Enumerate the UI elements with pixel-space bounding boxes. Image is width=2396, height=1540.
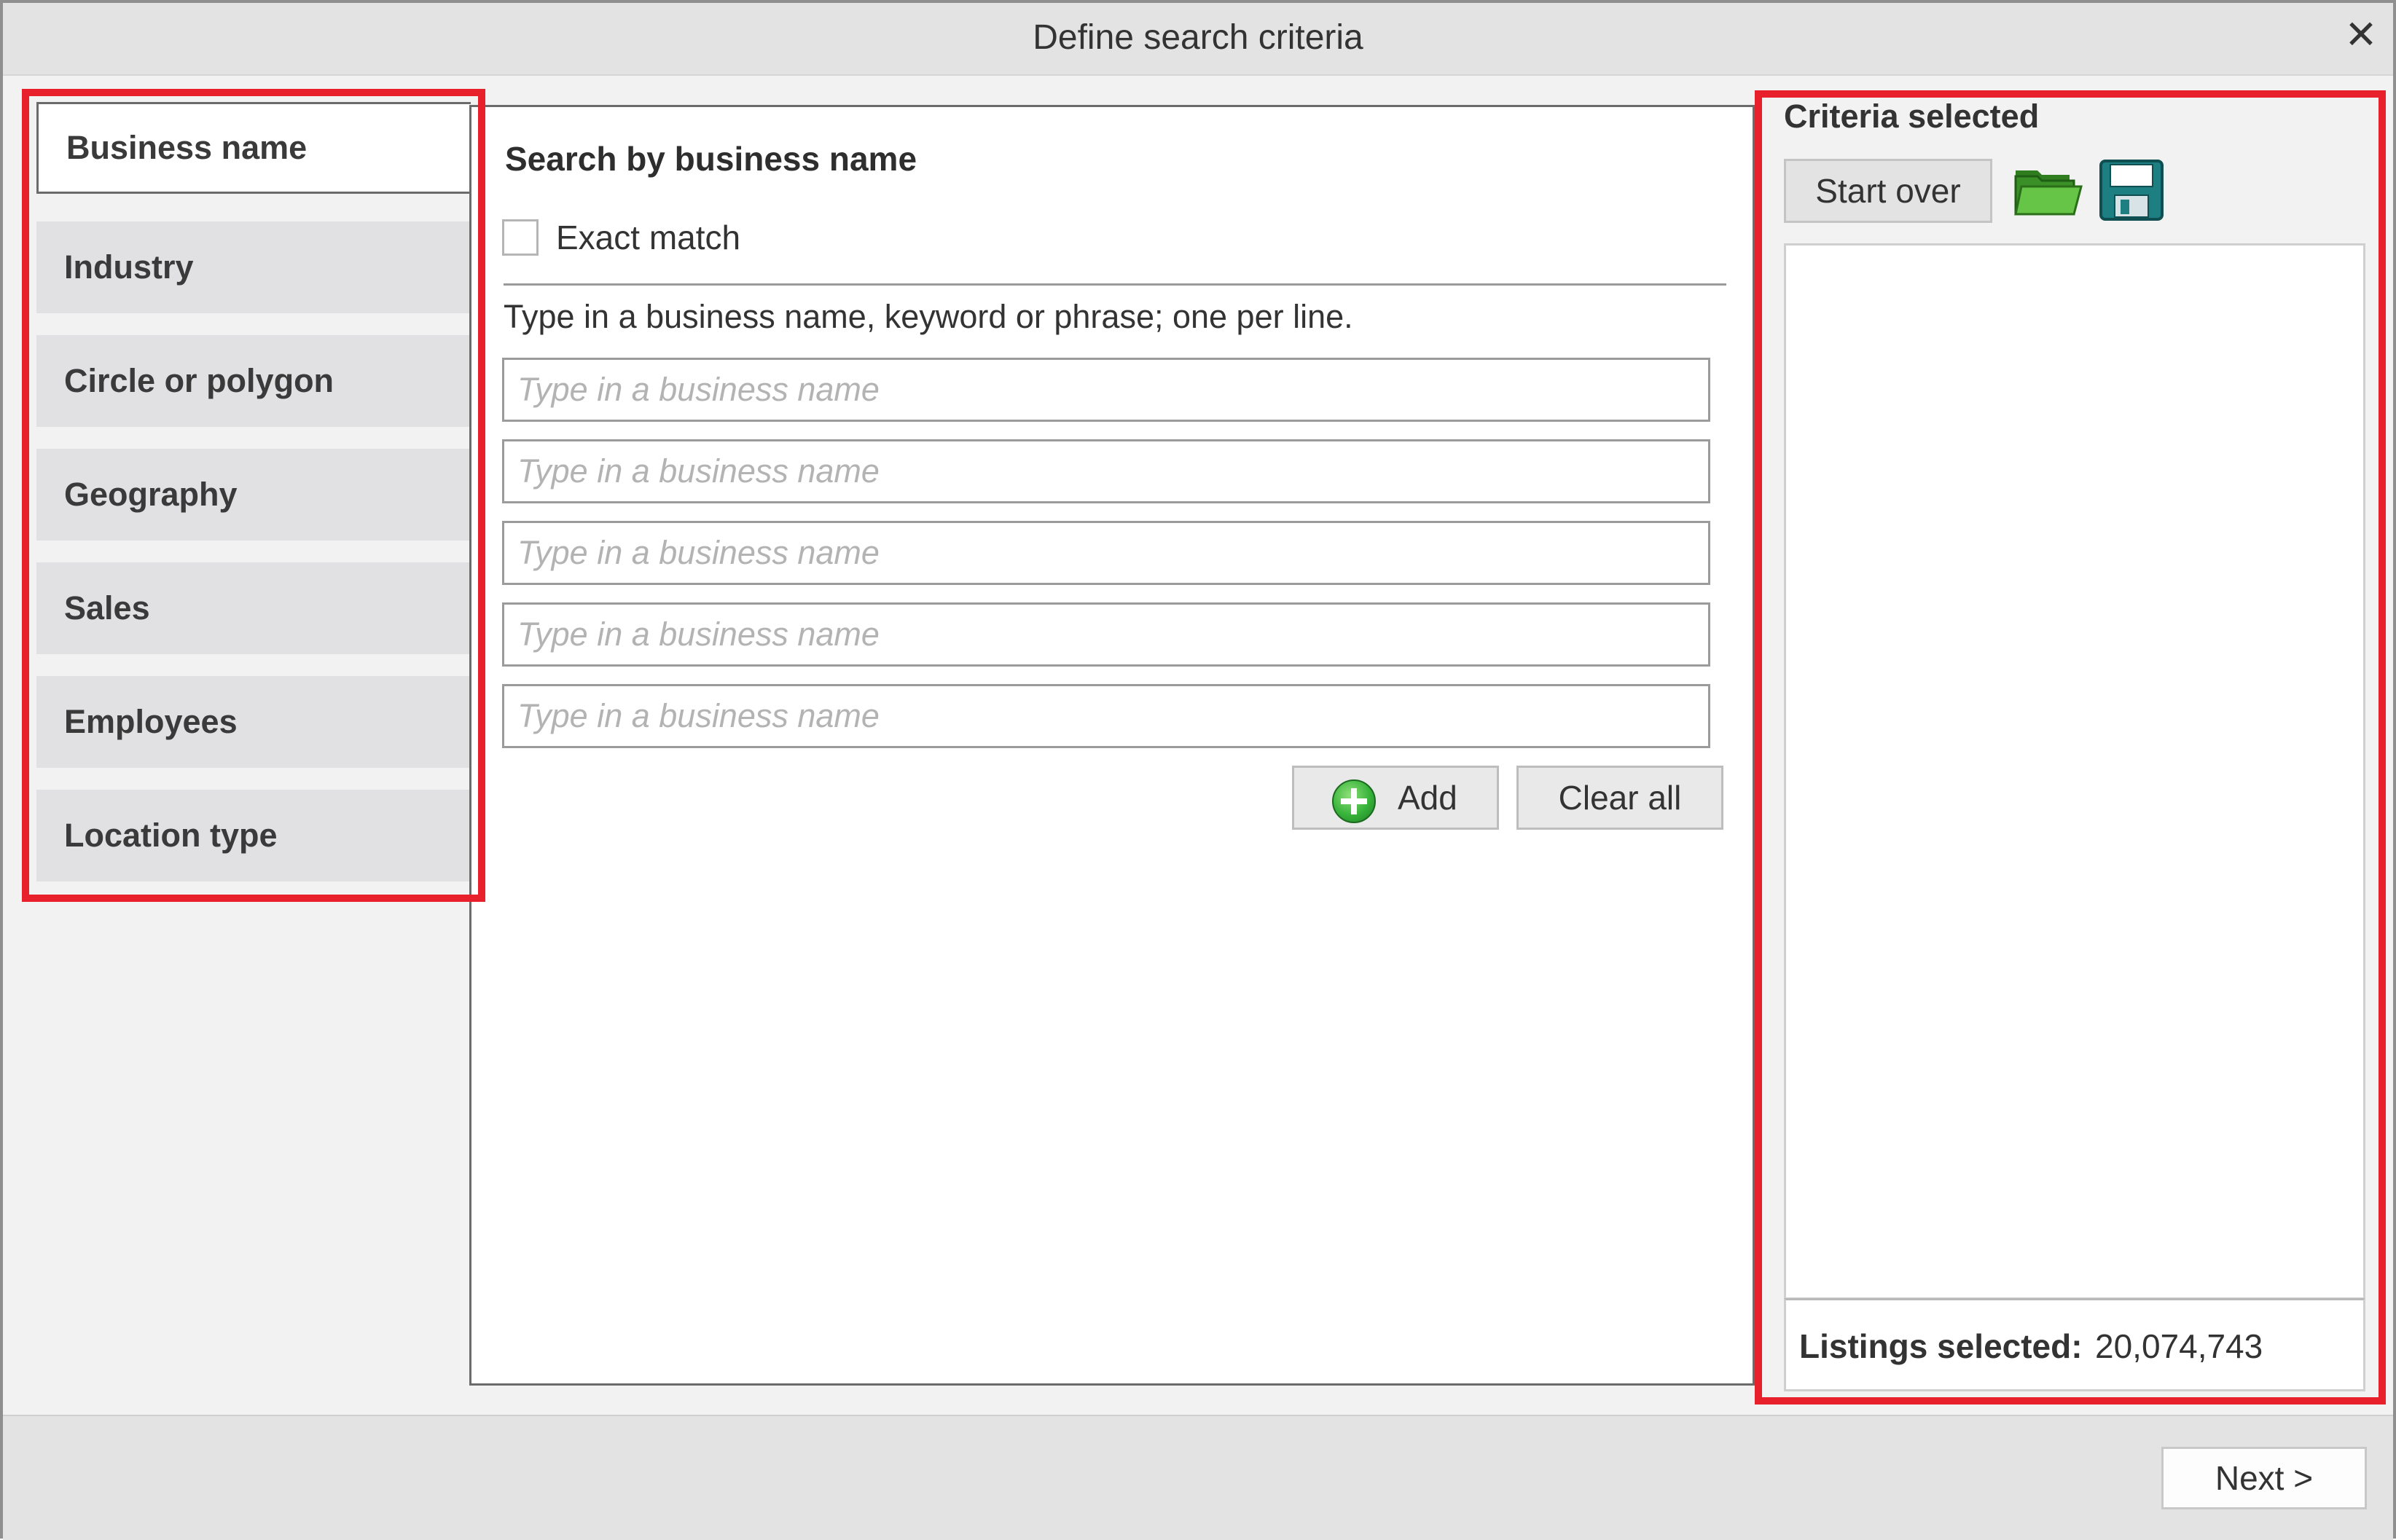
business-name-input[interactable]: Type in a business name — [502, 602, 1710, 667]
title-bar: Define search criteria ✕ — [3, 3, 2393, 76]
business-name-input[interactable]: Type in a business name — [502, 439, 1710, 503]
business-name-input[interactable]: Type in a business name — [502, 521, 1710, 585]
business-name-input[interactable]: Type in a business name — [502, 358, 1710, 422]
panel-heading: Search by business name — [505, 140, 917, 178]
dialog-footer — [3, 1415, 2393, 1540]
close-icon[interactable]: ✕ — [2342, 15, 2380, 55]
window-title: Define search criteria — [1033, 18, 1363, 57]
exact-match-label[interactable]: Exact match — [556, 218, 740, 257]
exact-match-checkbox[interactable] — [502, 219, 539, 256]
next-button[interactable]: Next > — [2161, 1447, 2367, 1509]
business-name-input[interactable]: Type in a business name — [502, 684, 1710, 748]
divider — [504, 283, 1726, 286]
plus-circle-icon — [1332, 779, 1376, 823]
add-button-label: Add — [1398, 779, 1457, 817]
add-button[interactable]: Add — [1292, 766, 1499, 830]
search-panel: Search by business name Exact match Type… — [469, 105, 1755, 1386]
define-search-criteria-dialog: Define search criteria ✕ Business name I… — [0, 0, 2396, 1540]
clear-all-button[interactable]: Clear all — [1516, 766, 1723, 830]
nav-highlight-box — [22, 89, 485, 902]
instructions-text: Type in a business name, keyword or phra… — [504, 298, 1353, 335]
criteria-highlight-box — [1755, 90, 2386, 1405]
